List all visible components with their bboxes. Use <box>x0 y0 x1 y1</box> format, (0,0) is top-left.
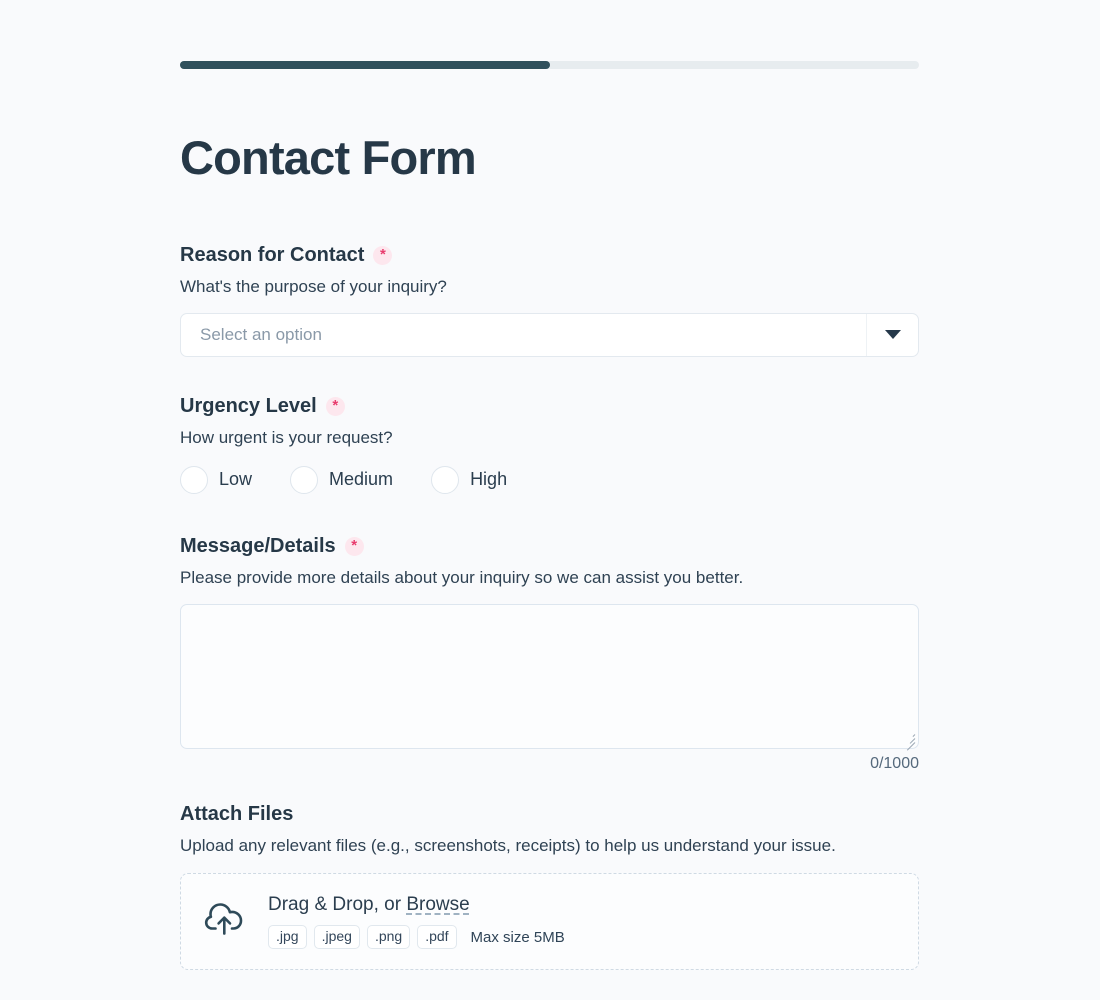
attach-label-row: Attach Files <box>180 802 919 826</box>
drop-prefix-text: Drag & Drop, or <box>268 893 407 915</box>
field-message-details: Message/Details * Please provide more de… <box>180 534 919 773</box>
radio-circle-icon[interactable] <box>180 465 208 494</box>
file-type-chip: .jpeg <box>313 925 360 950</box>
cloud-upload-icon <box>203 898 247 945</box>
message-label: Message/Details <box>180 535 336 557</box>
form-progress-bar <box>180 61 919 69</box>
required-asterisk-icon: * <box>325 396 345 416</box>
radio-option-medium[interactable]: Medium <box>290 465 394 494</box>
reason-help-text: What's the purpose of your inquiry? <box>180 277 447 296</box>
required-asterisk-icon: * <box>373 245 393 265</box>
field-attach-files: Attach Files Upload any relevant files (… <box>180 802 919 970</box>
radio-circle-icon[interactable] <box>431 465 460 494</box>
radio-option-high[interactable]: High <box>431 465 508 494</box>
radio-option-low[interactable]: Low <box>180 465 253 494</box>
file-type-chip: .pdf <box>417 925 457 950</box>
urgency-label: Urgency Level <box>180 395 317 417</box>
contact-form-page: Contact Form Reason for Contact * What's… <box>0 0 1100 1000</box>
radio-label: High <box>470 469 508 490</box>
progress-fill <box>180 61 550 69</box>
message-label-row: Message/Details * <box>180 534 919 558</box>
radio-label: Medium <box>329 469 394 490</box>
message-textarea[interactable] <box>180 603 919 751</box>
chevron-down-icon[interactable] <box>866 313 918 356</box>
attach-files-label: Attach Files <box>180 803 294 825</box>
reason-label-row: Reason for Contact * <box>180 243 919 267</box>
resize-handle-icon[interactable] <box>902 732 916 751</box>
character-counter: 0/1000 <box>870 754 919 772</box>
urgency-help-text: How urgent is your request? <box>180 428 393 447</box>
page-title: Contact Form <box>180 131 477 184</box>
browse-link[interactable]: Browse <box>406 894 469 915</box>
accepted-file-types: .jpg .jpeg .png .pdf Max size 5MB <box>268 925 565 950</box>
field-reason-for-contact: Reason for Contact * What's the purpose … <box>180 243 919 357</box>
field-urgency-level: Urgency Level * How urgent is your reque… <box>180 394 919 494</box>
file-type-chip: .jpg <box>268 925 307 950</box>
file-type-chip: .png <box>366 925 411 950</box>
urgency-radio-group: Low Medium High <box>180 465 919 494</box>
reason-select-value: Select an option <box>200 324 322 344</box>
max-file-size-text: Max size 5MB <box>470 928 565 946</box>
caret-shape <box>884 330 901 340</box>
message-help-text: Please provide more details about your i… <box>180 568 744 587</box>
radio-circle-icon[interactable] <box>290 465 319 494</box>
file-dropzone[interactable]: Drag & Drop, or Browse .jpg .jpeg .png .… <box>180 872 919 970</box>
attach-help-text: Upload any relevant files (e.g., screens… <box>180 836 836 855</box>
dropzone-text-block: Drag & Drop, or Browse .jpg .jpeg .png .… <box>268 894 565 950</box>
radio-label: Low <box>219 469 253 490</box>
required-asterisk-icon: * <box>344 536 364 556</box>
reason-select[interactable]: Select an option <box>180 312 919 357</box>
reason-label: Reason for Contact <box>180 244 365 266</box>
urgency-label-row: Urgency Level * <box>180 394 919 418</box>
dropzone-instruction: Drag & Drop, or Browse <box>268 894 470 915</box>
